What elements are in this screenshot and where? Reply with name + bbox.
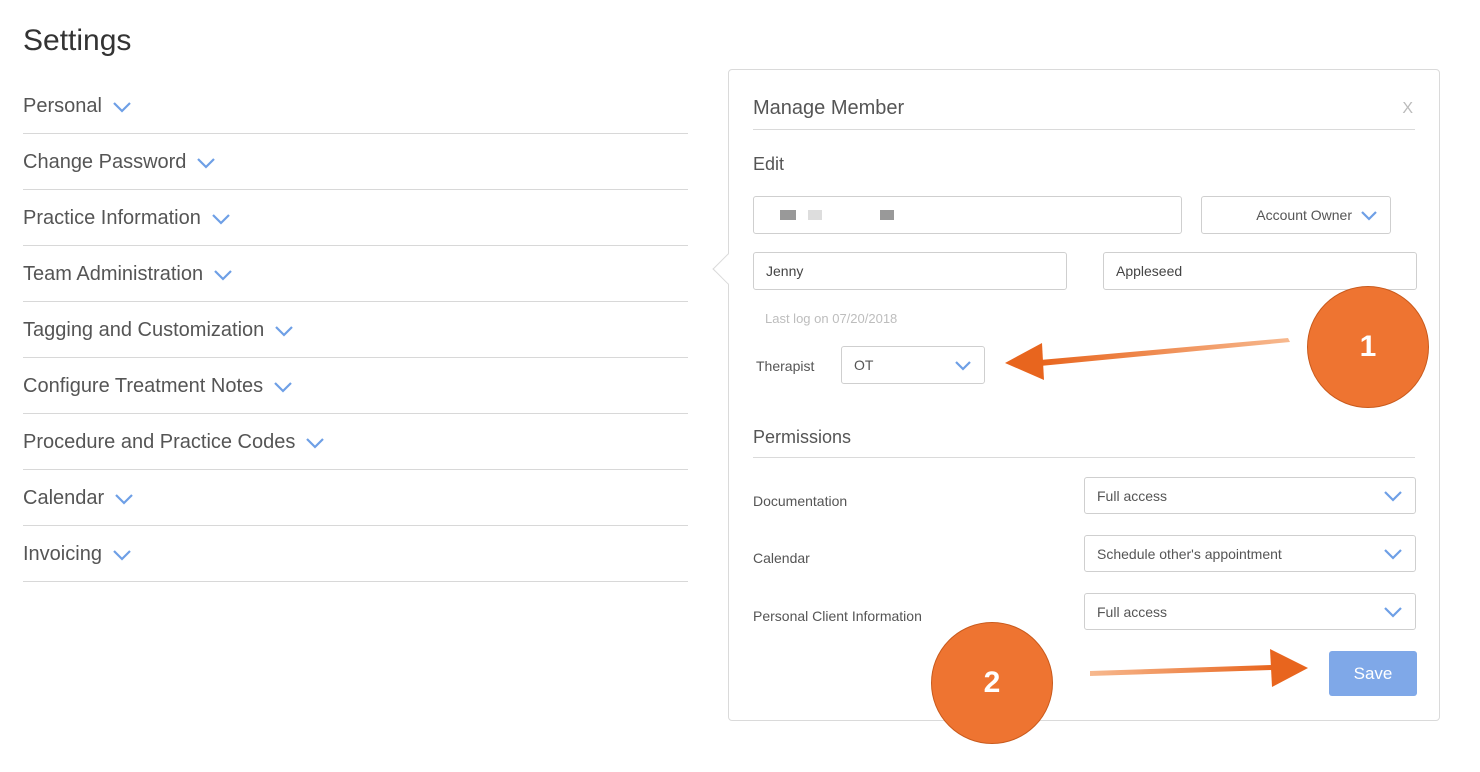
settings-section-label: Invoicing <box>23 543 102 565</box>
callout-badge-2: 2 <box>931 622 1053 744</box>
last-name-value: Appleseed <box>1116 263 1183 279</box>
edit-section-label: Edit <box>753 154 785 174</box>
calendar-permission-select[interactable]: Schedule other's appointment <box>1084 535 1416 572</box>
settings-section-invoicing[interactable]: Invoicing <box>23 526 688 582</box>
settings-section-practice-information[interactable]: Practice Information <box>23 190 688 246</box>
role-select[interactable]: Account Owner <box>1201 196 1391 234</box>
chevron-down-icon <box>112 101 132 113</box>
email-field[interactable] <box>753 196 1182 234</box>
settings-section-procedure-codes[interactable]: Procedure and Practice Codes <box>23 414 688 470</box>
settings-section-label: Calendar <box>23 487 105 509</box>
permission-label-client-information: Personal Client Information <box>753 608 922 624</box>
settings-section-label: Practice Information <box>23 207 201 229</box>
chevron-down-icon <box>112 549 132 561</box>
permission-select-value: Full access <box>1097 603 1168 620</box>
settings-section-list: Personal Change Password Practice Inform… <box>23 78 688 582</box>
permission-label-documentation: Documentation <box>753 493 848 509</box>
callout-badge-1: 1 <box>1307 286 1429 408</box>
first-name-value: Jenny <box>766 263 804 279</box>
chevron-down-icon <box>196 157 216 169</box>
settings-section-team-administration[interactable]: Team Administration <box>23 246 688 302</box>
permissions-header: Permissions <box>753 422 1415 458</box>
permission-select-value: Full access <box>1097 487 1168 504</box>
settings-section-label: Personal <box>23 95 102 117</box>
save-button[interactable]: Save <box>1329 651 1417 696</box>
therapist-label: Therapist <box>756 358 815 374</box>
settings-section-label: Procedure and Practice Codes <box>23 431 296 453</box>
page-title: Settings <box>23 24 132 57</box>
permission-label-calendar: Calendar <box>753 550 810 566</box>
panel-pointer <box>712 253 744 285</box>
settings-section-personal[interactable]: Personal <box>23 78 688 134</box>
chevron-down-icon <box>954 360 972 371</box>
documentation-permission-select[interactable]: Full access <box>1084 477 1416 514</box>
first-name-field[interactable]: Jenny <box>753 252 1067 290</box>
chevron-down-icon <box>114 493 134 505</box>
settings-section-label: Change Password <box>23 151 187 173</box>
settings-section-calendar[interactable]: Calendar <box>23 470 688 526</box>
chevron-down-icon <box>1360 210 1378 221</box>
chevron-down-icon <box>1383 606 1403 618</box>
settings-section-change-password[interactable]: Change Password <box>23 134 688 190</box>
last-log-text: Last log on 07/20/2018 <box>765 311 898 326</box>
settings-section-tagging[interactable]: Tagging and Customization <box>23 302 688 358</box>
chevron-down-icon <box>305 437 325 449</box>
settings-section-label: Team Administration <box>23 263 204 285</box>
modal-header: Manage Member X <box>753 88 1415 130</box>
settings-section-label: Tagging and Customization <box>23 319 265 341</box>
permissions-section-label: Permissions <box>753 427 852 447</box>
last-name-field[interactable]: Appleseed <box>1103 252 1417 290</box>
settings-section-label: Configure Treatment Notes <box>23 375 264 397</box>
chevron-down-icon <box>213 269 233 281</box>
chevron-down-icon <box>1383 490 1403 502</box>
permission-select-value: Schedule other's appointment <box>1097 545 1282 562</box>
settings-section-treatment-notes[interactable]: Configure Treatment Notes <box>23 358 688 414</box>
chevron-down-icon <box>211 213 231 225</box>
chevron-down-icon <box>273 381 293 393</box>
client-info-permission-select[interactable]: Full access <box>1084 593 1416 630</box>
chevron-down-icon <box>274 325 294 337</box>
chevron-down-icon <box>1383 548 1403 560</box>
therapist-select[interactable]: OT <box>841 346 985 384</box>
therapist-select-value: OT <box>854 357 874 373</box>
masked-email-value <box>766 210 894 220</box>
role-select-value: Account Owner <box>1256 207 1352 223</box>
modal-title: Manage Member <box>753 97 905 119</box>
close-button[interactable]: X <box>1402 100 1413 118</box>
